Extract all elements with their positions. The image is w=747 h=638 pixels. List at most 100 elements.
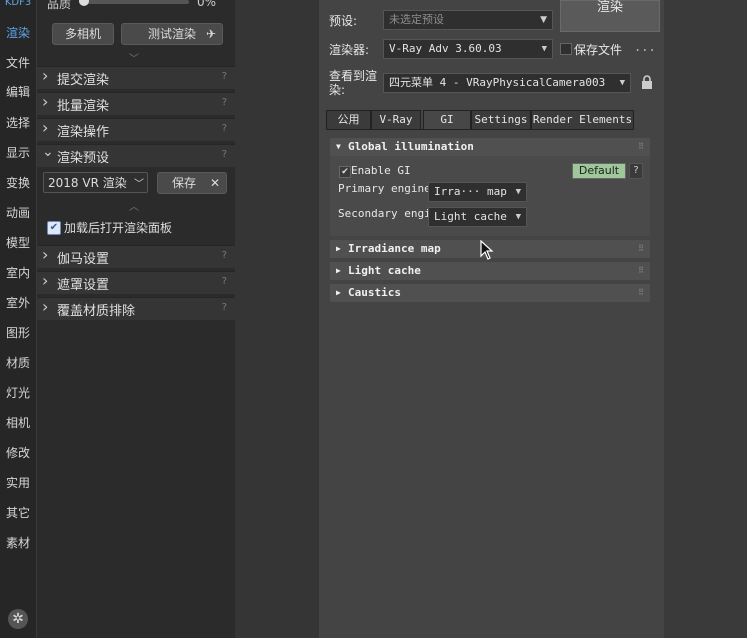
category-1[interactable]: 渲染 [0,25,36,41]
section-label: 提交渲染 [57,73,110,88]
tab-1[interactable]: V-Ray [371,110,421,130]
category-5[interactable]: 显示 [0,145,36,161]
grip-icon: ⠿ [638,288,644,297]
section-sections_top-3[interactable]: ⌄ 渲染预设? [37,144,235,167]
primary-engine-dropdown[interactable]: Irra··· map ▼ [428,182,527,202]
category-2[interactable]: 文件 [0,55,36,71]
section-sections_top-2[interactable]: › 渲染操作? [37,118,235,141]
category-7[interactable]: 动画 [0,205,36,221]
category-12[interactable]: 材质 [0,355,36,371]
preset-dropdown[interactable]: 2018 VR 渲染 ﹀ [43,172,148,193]
renderer-dropdown[interactable]: V-Ray Adv 3.60.03 ▼ [383,39,553,59]
section-label: 渲染预设 [57,151,110,166]
chevron-down-icon: ▼ [540,15,547,25]
rollout-1[interactable]: ▶ Light cache ⠿ [330,262,650,280]
chevron-down-icon: ▼ [515,212,521,222]
section-sections_top-0[interactable]: › 提交渲染? [37,66,235,89]
load-panel-label: 加载后打开渲染面板 [64,221,173,235]
delete-x-icon[interactable]: ✕ [210,173,220,193]
help-icon[interactable]: ? [222,97,227,108]
section-label: 批量渲染 [57,99,110,114]
lock-icon[interactable] [641,75,653,89]
collapse-chevron-icon: › [42,118,49,137]
view-dropdown[interactable]: 四元菜单 4 - VRayPhysicalCamera003 ▼ [383,73,631,93]
collapse-up-chevron-icon[interactable]: ︿ [129,198,139,213]
section-sections_bottom-0[interactable]: › 伽马设置? [37,245,235,268]
save-preset-button[interactable]: 保存 ✕ [157,172,227,194]
help-icon[interactable]: ? [222,276,227,287]
grip-icon: ⠿ [638,142,644,151]
renderer-label: 渲染器: [329,43,370,57]
secondary-engine-dropdown[interactable]: Light cache ▼ [428,207,527,227]
section-label: 伽马设置 [57,252,110,267]
category-15[interactable]: 修改 [0,445,36,461]
quality-slider-handle[interactable] [79,0,89,6]
test-render-label: 测试渲染 [147,27,196,41]
tab-4[interactable]: Render Elements [531,110,634,130]
tab-3[interactable]: Settings [471,110,531,130]
section-label: 覆盖材质排除 [57,304,136,319]
enable-gi-checkbox[interactable]: ✔ [339,166,351,178]
help-icon[interactable]: ? [222,123,227,134]
save-file-checkbox[interactable] [560,43,572,55]
collapse-chevron-icon: › [42,245,49,264]
rollout-2[interactable]: ▶ Caustics ⠿ [330,284,650,302]
help-button[interactable]: ? [629,163,643,179]
expand-triangle-icon: ▶ [336,266,341,275]
enable-gi-label: Enable GI [351,164,411,177]
global-illumination-rollout[interactable]: ▼ Global illumination ⠿ [330,138,650,156]
quality-value: 0% [197,0,217,9]
chevron-down-icon: ▼ [619,78,625,88]
gi-rollout-title: Global illumination [348,140,474,153]
render-button[interactable]: 渲染 [560,0,660,32]
mouse-cursor-icon [480,239,494,264]
category-13[interactable]: 灯光 [0,385,36,401]
tab-2[interactable]: GI [423,110,471,130]
category-17[interactable]: 其它 [0,505,36,521]
quality-slider[interactable] [79,0,189,4]
test-render-button[interactable]: 测试渲染 ✈ [121,23,223,45]
load-panel-checkbox[interactable]: ✔ [47,221,61,235]
preset-label: 预设: [329,14,358,28]
preset-dropdown-value: 2018 VR 渲染 [48,176,127,190]
category-9[interactable]: 室内 [0,265,36,281]
help-icon[interactable]: ? [222,302,227,313]
render-preset-dropdown[interactable]: 未选定预设 ▼ [383,10,553,30]
collapse-chevron-icon: › [42,297,49,316]
expand-triangle-icon: ▶ [336,288,341,297]
view-value: 四元菜单 4 - VRayPhysicalCamera003 [389,76,606,89]
settings-gear-icon[interactable]: ✲ [8,609,28,629]
default-button-label: Default [578,164,620,177]
section-sections_bottom-2[interactable]: › 覆盖材质排除? [37,297,235,320]
multicam-button[interactable]: 多相机 [52,23,114,45]
category-3[interactable]: 编辑 [0,84,36,100]
save-preset-label: 保存 [172,176,197,190]
category-10[interactable]: 室外 [0,295,36,311]
help-icon[interactable]: ? [222,250,227,261]
more-options-button[interactable]: ... [634,40,656,54]
view-label-line2: 染: [329,83,346,97]
category-4[interactable]: 选择 [0,115,36,131]
expand-chevron-icon: ⌄ [42,144,54,160]
category-16[interactable]: 实用 [0,475,36,491]
view-to-render-label: 查看到渲 染: [329,69,377,97]
collapse-chevron-icon[interactable]: ﹀ [129,50,139,65]
chevron-down-icon: ▼ [515,187,521,197]
collapse-chevron-icon: › [42,271,49,290]
tab-0[interactable]: 公用 [326,110,371,130]
default-button[interactable]: Default [572,163,626,179]
category-11[interactable]: 图形 [0,325,36,341]
secondary-engine-value: Light cache [434,210,507,223]
category-18[interactable]: 素材 [0,535,36,551]
section-sections_top-1[interactable]: › 批量渲染? [37,92,235,115]
category-0[interactable]: KDF3 [0,0,36,11]
category-6[interactable]: 变换 [0,175,36,191]
collapse-chevron-icon: › [42,66,49,85]
renderer-value: V-Ray Adv 3.60.03 [389,42,502,55]
category-14[interactable]: 相机 [0,415,36,431]
help-icon[interactable]: ? [222,149,227,160]
section-label: 遮罩设置 [57,278,110,293]
section-sections_bottom-1[interactable]: › 遮罩设置? [37,271,235,294]
help-icon[interactable]: ? [222,71,227,82]
category-8[interactable]: 模型 [0,235,36,251]
